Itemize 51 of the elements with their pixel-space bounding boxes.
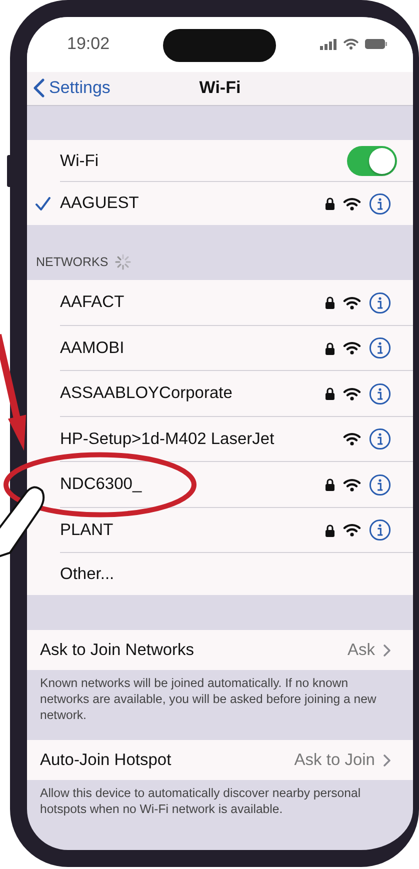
setting-label: Ask to Join Networks (40, 640, 196, 660)
wifi-icon (343, 38, 359, 50)
other-network-label: Other... (60, 564, 116, 584)
wifi-signal-icon (343, 341, 361, 356)
wifi-signal-icon (343, 386, 361, 401)
network-name: ASSAABLOYCorporate (60, 384, 234, 404)
section-footer: Allow this device to automatically discover nearby personal hotspots when no Wi-Fi network is available. (27, 780, 413, 850)
cellular-signal-icon (320, 38, 337, 50)
network-row[interactable]: HP-Setup>1d-M402 LaserJet (27, 416, 413, 462)
wifi-signal-icon (343, 432, 361, 446)
info-icon[interactable] (369, 474, 391, 496)
wifi-signal-icon (343, 523, 361, 538)
setting-row[interactable]: Auto-Join Hotspot Ask to Join (27, 740, 413, 780)
setting-value: Ask (347, 640, 375, 660)
wifi-signal-icon (343, 196, 361, 210)
setting-value: Ask to Join (294, 750, 375, 770)
finger-drawing (0, 486, 45, 558)
chevron-icon (383, 644, 391, 656)
clock-time: 19:02 (67, 34, 110, 54)
network-row[interactable]: AAFACT (27, 280, 413, 326)
info-icon[interactable] (369, 337, 391, 360)
wifi-signal-icon (343, 296, 361, 310)
info-icon[interactable] (369, 292, 391, 314)
section-header: NETWORKS (36, 254, 108, 268)
info-icon[interactable] (369, 382, 391, 405)
chevron-icon (383, 754, 391, 766)
wifi-toggle[interactable] (347, 146, 397, 176)
info-icon[interactable] (369, 428, 391, 450)
network-name: PLANT (60, 520, 114, 540)
setting-row[interactable]: Ask to Join Networks Ask (27, 630, 413, 670)
wifi-label: Wi-Fi (60, 152, 100, 170)
network-row[interactable]: PLANT (27, 508, 413, 553)
back-button[interactable]: Settings (27, 78, 116, 98)
screen-title: Wi-Fi (199, 78, 241, 98)
network-name: HP-Setup>1d-M402 LaserJet (60, 430, 276, 449)
network-name: AAGUEST (60, 194, 140, 213)
info-icon[interactable] (369, 192, 391, 214)
network-row[interactable]: AAMOBI (27, 326, 413, 371)
network-row[interactable]: ASSAABLOYCorporate (27, 371, 413, 416)
setting-label: Auto-Join Hotspot (40, 750, 172, 770)
section-footer: Known networks will be joined automatically. If no known networks are available, you will be asked before joining a new network. (27, 670, 413, 740)
other-network-row[interactable]: Other... (27, 553, 413, 595)
back-chevron-icon (33, 78, 45, 98)
info-icon[interactable] (369, 519, 391, 542)
network-name: NDC6300_ (60, 475, 143, 494)
network-name: AAFACT (60, 293, 126, 312)
network-row[interactable]: AAGUEST (27, 182, 413, 225)
network-row[interactable]: NDC6300_ (27, 462, 413, 508)
wifi-signal-icon (343, 478, 361, 492)
network-name: AAMOBI (60, 338, 126, 358)
battery-icon (365, 39, 387, 50)
